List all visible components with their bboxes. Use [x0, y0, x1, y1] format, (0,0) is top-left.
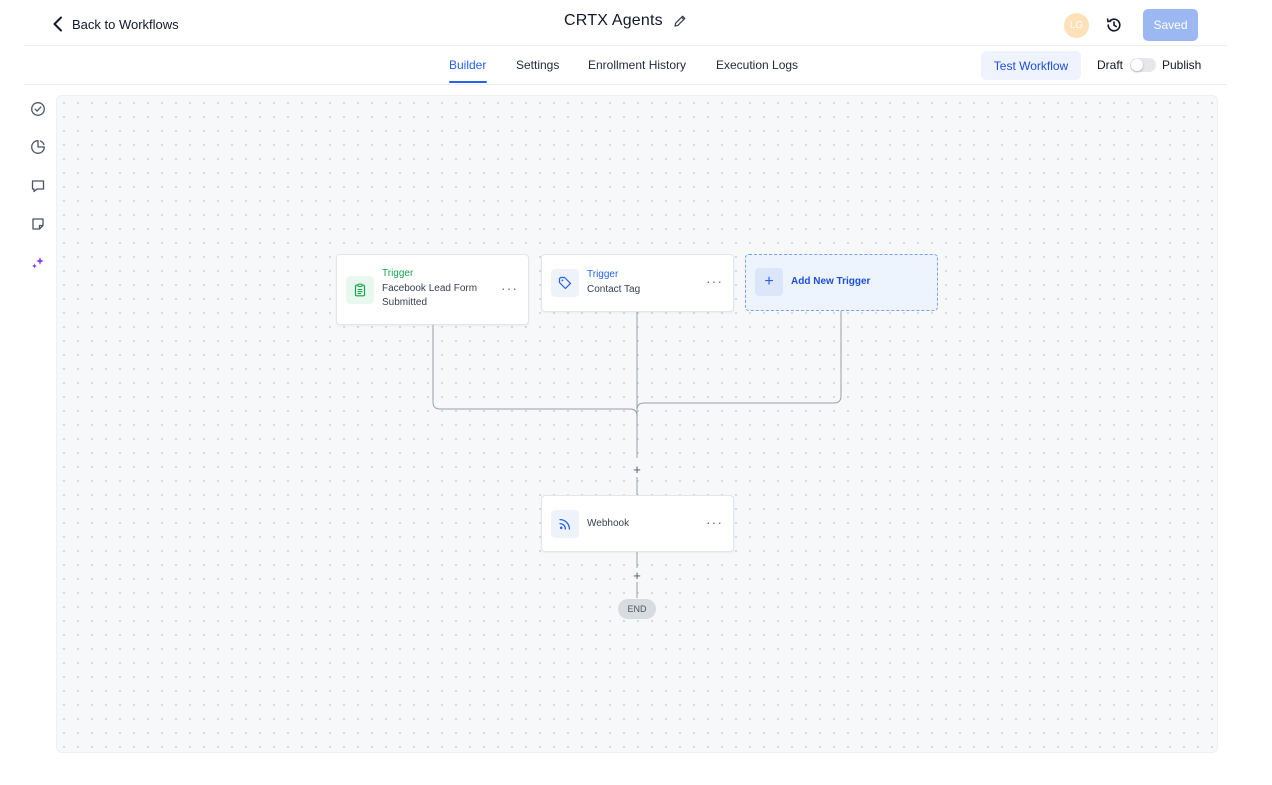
tag-icon — [551, 269, 579, 297]
title-wrap: CRTX Agents — [564, 12, 687, 30]
tab-enrollment-history[interactable]: Enrollment History — [588, 58, 686, 72]
test-workflow-button[interactable]: Test Workflow — [981, 51, 1081, 80]
active-tab-underline — [449, 81, 487, 83]
trigger-card-contact-tag[interactable]: Trigger Contact Tag ··· — [541, 254, 734, 312]
publish-toggle[interactable] — [1130, 58, 1156, 72]
history-icon[interactable] — [1105, 16, 1123, 34]
tab-builder[interactable]: Builder — [449, 58, 486, 72]
workflow-canvas[interactable]: Trigger Facebook Lead Form Submitted ···… — [56, 95, 1218, 753]
pie-chart-icon[interactable] — [30, 139, 46, 155]
avatar[interactable]: LG — [1064, 13, 1089, 38]
sparkle-icon[interactable] — [30, 255, 46, 271]
publish-label: Publish — [1162, 58, 1202, 72]
draft-label: Draft — [1097, 58, 1124, 72]
back-to-workflows-link[interactable]: Back to Workflows — [52, 14, 179, 34]
trigger-label: Contact Tag — [587, 284, 641, 295]
add-step-button[interactable]: + — [630, 568, 644, 583]
trigger-kicker: Trigger — [587, 269, 619, 280]
end-marker: END — [618, 599, 656, 619]
trigger-label-line2: Submitted — [382, 297, 428, 308]
back-label: Back to Workflows — [72, 16, 179, 32]
add-trigger-label: Add New Trigger — [791, 276, 871, 287]
more-options-icon[interactable]: ··· — [706, 273, 723, 289]
check-circle-icon[interactable] — [30, 101, 46, 117]
clipboard-icon — [346, 276, 374, 304]
trigger-label: Facebook Lead Form — [382, 283, 478, 294]
tabs-bar: Builder Settings Enrollment History Exec… — [24, 46, 1227, 85]
add-new-trigger-button[interactable]: + Add New Trigger — [745, 254, 938, 311]
top-bar: Back to Workflows CRTX Agents LG Saved — [24, 0, 1227, 46]
trigger-kicker: Trigger — [382, 268, 414, 279]
tab-execution-logs[interactable]: Execution Logs — [716, 58, 798, 72]
sticky-note-icon[interactable] — [30, 216, 46, 232]
more-options-icon[interactable]: ··· — [501, 280, 518, 296]
workflow-title: CRTX Agents — [564, 12, 663, 29]
plus-icon: + — [755, 268, 783, 296]
pencil-icon[interactable] — [673, 14, 687, 28]
more-options-icon[interactable]: ··· — [706, 514, 723, 530]
chat-bubble-icon[interactable] — [30, 178, 46, 194]
connector-lines — [432, 311, 842, 598]
action-card-webhook[interactable]: Webhook ··· — [541, 495, 734, 552]
trigger-card-facebook-lead-form[interactable]: Trigger Facebook Lead Form Submitted ··· — [336, 254, 529, 325]
add-step-button[interactable]: + — [630, 462, 644, 477]
chevron-left-icon — [53, 16, 62, 32]
saved-button[interactable]: Saved — [1143, 9, 1198, 41]
rss-icon — [551, 510, 579, 538]
tab-settings[interactable]: Settings — [516, 58, 559, 72]
action-label: Webhook — [587, 518, 630, 529]
